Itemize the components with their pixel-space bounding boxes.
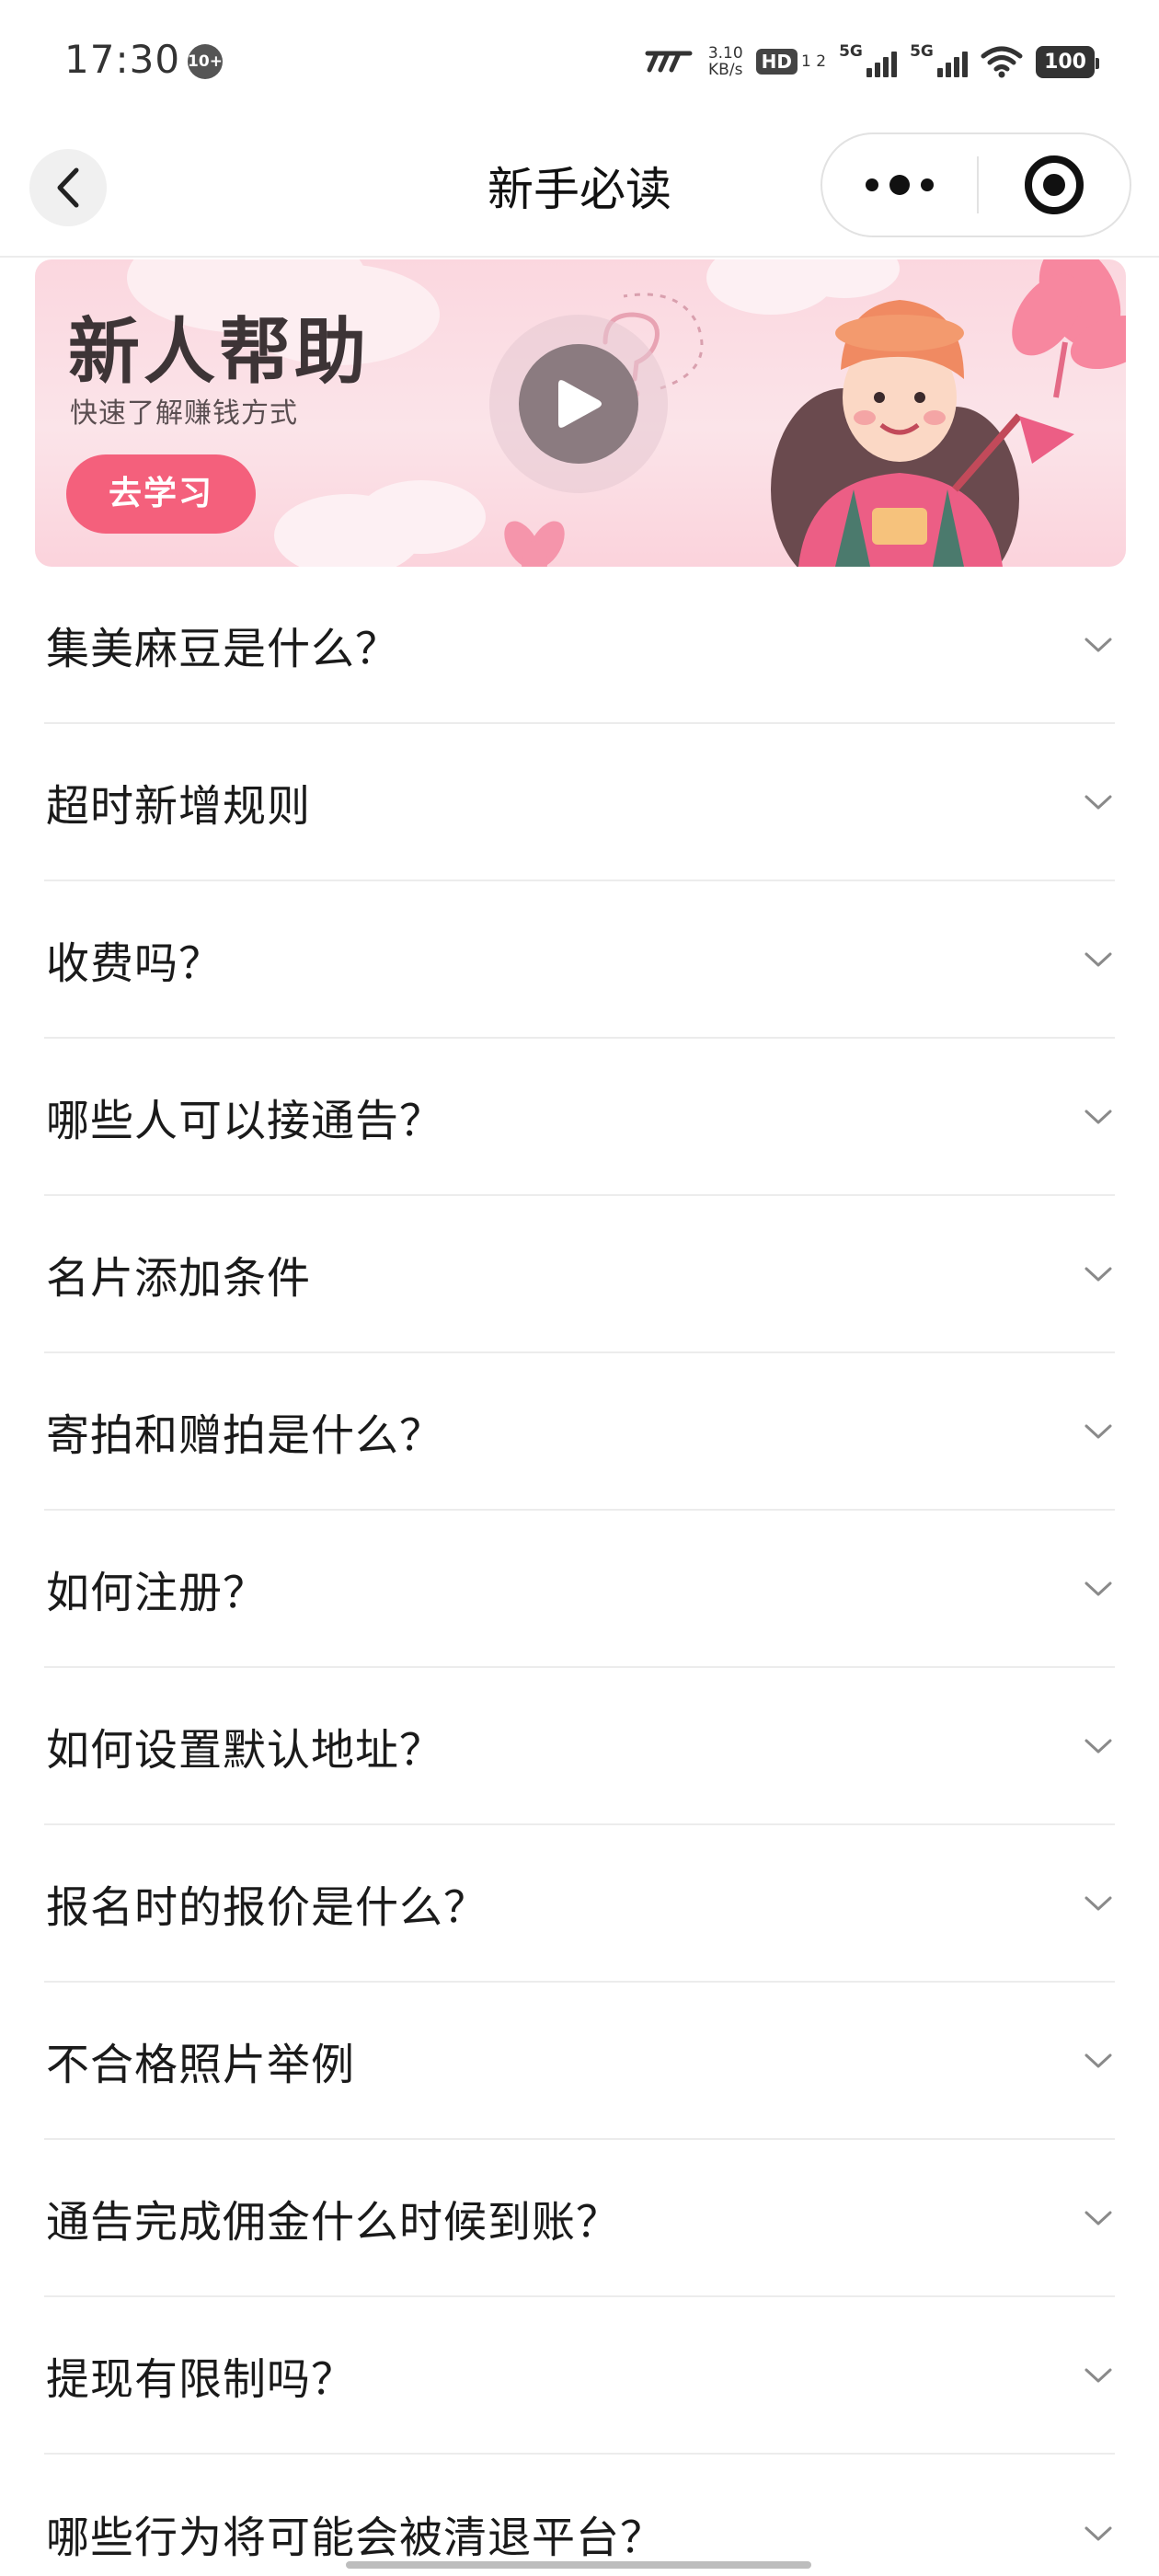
chevron-down-icon [1084,1896,1112,1910]
faq-list: 集美麻豆是什么？ 超时新增规则 收费吗？ 哪些人可以接通告？ 名片添加条件寄拍和赠拍是什… [0,567,1159,2576]
faq-question: 集美麻豆是什么？ [46,624,399,674]
sim2-label: 5G [910,42,934,61]
faq-question: 名片添加条件 [46,1253,311,1304]
signal-icon: 5G [910,42,969,77]
chevron-down-icon [1084,1424,1112,1438]
faq-question: 寄拍和赠拍是什么？ [46,1410,443,1461]
chevron-down-icon [1084,795,1112,809]
faq-item[interactable]: 名片添加条件 [44,1196,1115,1353]
net-speed-unit: KB/s [708,61,743,79]
target-close-icon [1025,155,1084,214]
status-bar: 17:30 10+ 3.10 KB/s HD 1 2 5G 5G 100 [0,0,1159,120]
faq-item[interactable]: 如何设置默认地址？ [44,1668,1115,1825]
faq-item[interactable]: 哪些人可以接通告？ [44,1039,1115,1196]
play-video-button[interactable] [519,344,638,464]
learn-button[interactable]: 去学习 [66,454,256,534]
hd-voice-icon: HD [755,49,798,75]
faq-item[interactable]: 收费吗？ [44,881,1115,1039]
faq-question: 收费吗？ [46,938,223,989]
nav-bar: 新手必读 [0,129,1159,258]
chevron-down-icon [1084,2211,1112,2225]
faq-item[interactable]: 寄拍和赠拍是什么？ [44,1353,1115,1511]
chevron-down-icon [1084,952,1112,966]
chevron-down-icon [1084,638,1112,651]
banner-title: 新人帮助 [68,311,371,394]
more-button[interactable] [822,134,977,236]
battery-icon: 100 [1036,45,1099,78]
network-speed-icon [645,51,693,73]
faq-item[interactable]: 报名时的报价是什么？ [44,1825,1115,1983]
mini-program-capsule [820,132,1131,237]
faq-item[interactable]: 如何注册？ [44,1511,1115,1668]
sim1-label: 5G [839,42,863,61]
faq-item[interactable]: 集美麻豆是什么？ [44,567,1115,724]
chevron-down-icon [1084,2368,1112,2382]
faq-question: 不合格照片举例 [46,2040,355,2090]
faq-question: 哪些行为将可能会被清退平台？ [46,2513,664,2563]
help-banner[interactable]: 新人帮助 快速了解赚钱方式 去学习 [35,259,1126,567]
play-icon [558,380,602,428]
signal-icon: 5G [839,42,898,77]
chevron-down-icon [1084,1581,1112,1595]
chevron-down-icon [1084,2053,1112,2067]
faq-item[interactable]: 提现有限制吗？ [44,2297,1115,2455]
faq-question: 如何设置默认地址？ [46,1725,443,1776]
faq-item[interactable]: 超时新增规则 [44,724,1115,881]
notification-badge: 10+ [188,44,223,79]
net-speed-value: 3.10 [707,44,743,63]
faq-question: 超时新增规则 [46,781,311,832]
faq-question: 报名时的报价是什么？ [46,1882,488,1933]
home-indicator[interactable] [346,2561,811,2569]
network-speed: 3.10 KB/s [708,45,743,78]
status-icons: 3.10 KB/s HD 1 2 5G 5G 100 [644,39,1099,85]
wifi-icon [981,46,1023,78]
faq-question: 通告完成佣金什么时候到账？ [46,2197,620,2248]
chevron-down-icon [1084,1110,1112,1123]
faq-question: 提现有限制吗？ [46,2354,355,2405]
chevron-down-icon [1084,1267,1112,1281]
more-dots-icon [866,178,878,191]
status-time: 17:30 [64,37,181,82]
faq-item[interactable]: 哪些行为将可能会被清退平台？ [44,2455,1115,2576]
faq-item[interactable]: 不合格照片举例 [44,1983,1115,2140]
chevron-down-icon [1084,1739,1112,1753]
faq-question: 如何注册？ [46,1568,267,1618]
chevron-down-icon [1084,2526,1112,2540]
banner-subtitle: 快速了解赚钱方式 [70,397,298,430]
close-button[interactable] [979,134,1130,236]
faq-item[interactable]: 通告完成佣金什么时候到账？ [44,2140,1115,2297]
hd-sub-label: 1 2 [801,52,827,71]
faq-question: 哪些人可以接通告？ [46,1096,443,1146]
